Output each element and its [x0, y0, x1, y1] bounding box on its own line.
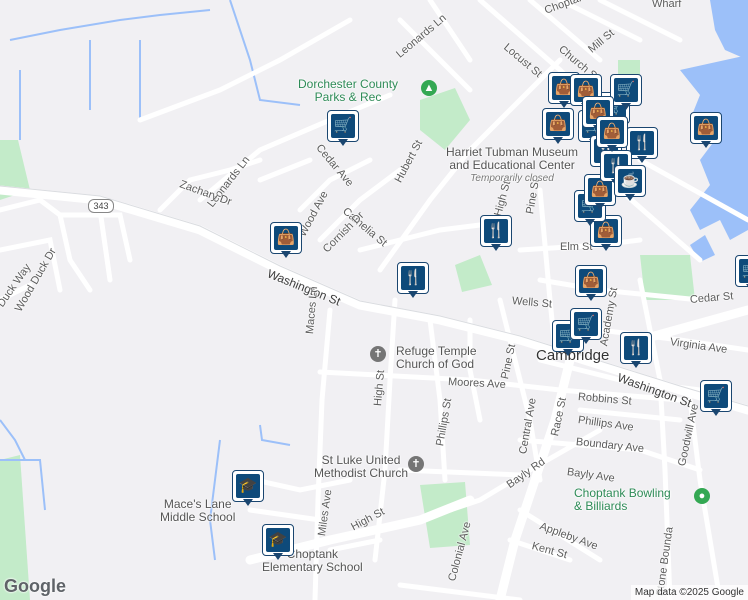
map-pin[interactable]: 🎓	[232, 470, 264, 508]
map-pin-tail	[563, 349, 573, 356]
shopping-cart-icon: 🛒	[739, 259, 748, 283]
map-pin[interactable]: 🎓	[262, 524, 294, 562]
school-icon: 🎓	[236, 474, 260, 498]
street-label-wharf: Wharf	[652, 0, 682, 10]
map-pin-frame: 🛒	[735, 255, 748, 287]
map-canvas[interactable]: 343 Leonards Ln Leonards Ln Zachary Dr C…	[0, 0, 748, 600]
map-pin-tail	[637, 156, 647, 163]
map-pin-tail	[607, 145, 617, 152]
map-pin-frame: 🛒	[570, 308, 602, 340]
restaurant-icon: 🍴	[401, 266, 425, 290]
map-pin-tail	[701, 141, 711, 148]
map-pin-tail	[281, 251, 291, 258]
map-pin-tail	[595, 203, 605, 210]
map-pin-tail	[711, 409, 721, 416]
shopping-cart-icon: 🛒	[331, 114, 355, 138]
map-pin-tail	[586, 294, 596, 301]
map-pin-tail	[621, 103, 631, 110]
shopping-bag-icon: 👜	[694, 116, 718, 140]
map-pin[interactable]: 🍴	[397, 262, 429, 300]
map-pin-frame: 🍴	[480, 215, 512, 247]
restaurant-icon: 🍴	[630, 131, 654, 155]
map-pin[interactable]: 🛒	[700, 380, 732, 418]
map-pin-frame: 👜	[542, 108, 574, 140]
map-pin[interactable]: 🛒	[610, 74, 642, 112]
map-pin[interactable]: 🍴	[480, 215, 512, 253]
map-pin-tail	[585, 219, 595, 226]
map-pin-tail	[601, 244, 611, 251]
map-pin-tail	[559, 101, 569, 108]
poi-choptank-bowling-line2: & Billiards	[574, 499, 628, 513]
map-pin-tail	[243, 499, 253, 506]
poi-maces-lane-school-line2: Middle School	[160, 510, 236, 524]
restaurant-icon: 🍴	[624, 336, 648, 360]
map-pin[interactable]: 🛒	[327, 110, 359, 148]
cafe-icon: ☕	[618, 169, 642, 193]
map-pin[interactable]: 👜	[542, 108, 574, 146]
poi-st-luke-line2: Methodist Church	[314, 466, 409, 480]
poi-harriet-tubman-line2: and Educational Center	[449, 158, 575, 172]
street-label-elm-st: Elm St	[560, 241, 593, 253]
map-pin-tail	[491, 244, 501, 251]
map-pin-frame: ☕	[614, 165, 646, 197]
map-pin-tail	[631, 361, 641, 368]
poi-maces-lane-school[interactable]: Mace's Lane Middle School	[160, 498, 235, 524]
shopping-bag-icon: 👜	[600, 120, 624, 144]
poi-refuge-temple[interactable]: Refuge Temple Church of God	[396, 345, 477, 371]
church-icon: ✝	[370, 346, 386, 362]
poi-dorchester-parks[interactable]: Dorchester County Parks & Rec	[298, 78, 398, 104]
map-pin[interactable]: 🛒	[735, 255, 748, 293]
map-pin-frame: 👜	[575, 265, 607, 297]
map-pin-tail	[408, 291, 418, 298]
map-data-credit: Map data ©2025 Google	[630, 585, 748, 600]
poi-st-luke[interactable]: St Luke United Methodist Church	[314, 454, 408, 480]
poi-choptank-elementary-line2: Elementary School	[262, 560, 363, 574]
map-pin-frame: 🎓	[262, 524, 294, 556]
school-icon: 🎓	[266, 528, 290, 552]
map-pin-frame: 🛒	[327, 110, 359, 142]
map-pin-frame: 🎓	[232, 470, 264, 502]
map-pin-tail	[553, 137, 563, 144]
google-logo: Google	[4, 576, 66, 596]
map-pin[interactable]: 👜	[690, 112, 722, 150]
shopping-bag-icon: 👜	[274, 226, 298, 250]
poi-choptank-bowling[interactable]: Choptank Bowling & Billiards	[574, 487, 671, 513]
map-pin-frame: 🍴	[397, 262, 429, 294]
recreation-icon: ●	[694, 488, 710, 504]
map-pin-frame: 👜	[596, 116, 628, 148]
map-pin[interactable]: 👜	[575, 265, 607, 303]
map-pin-frame: 👜	[270, 222, 302, 254]
shopping-bag-icon: 👜	[579, 269, 603, 293]
map-pin-frame: 🍴	[620, 332, 652, 364]
map-pin[interactable]: 👜	[270, 222, 302, 260]
map-pin[interactable]: 🛒	[570, 308, 602, 346]
shopping-cart-icon: 🛒	[614, 78, 638, 102]
shopping-bag-icon: 👜	[546, 112, 570, 136]
map-pin-frame: 🛒	[610, 74, 642, 106]
poi-harriet-tubman-status: Temporarily closed	[470, 173, 554, 184]
map-pin[interactable]: 🍴	[620, 332, 652, 370]
church-icon: ✝	[408, 456, 424, 472]
map-pin[interactable]: 👜	[596, 116, 628, 154]
poi-refuge-temple-line2: Church of God	[396, 357, 475, 371]
map-pin-tail	[273, 553, 283, 560]
map-pin-frame: 👜	[690, 112, 722, 144]
map-pin-tail	[581, 337, 591, 344]
poi-harriet-tubman[interactable]: Harriet Tubman Museum and Educational Ce…	[446, 146, 578, 185]
park-icon: ▲	[421, 80, 437, 96]
map-pin-tail	[338, 139, 348, 146]
restaurant-icon: 🍴	[484, 219, 508, 243]
map-pin-tail	[625, 194, 635, 201]
shopping-cart-icon: 🛒	[704, 384, 728, 408]
map-pin[interactable]: ☕	[614, 165, 646, 203]
poi-dorchester-parks-line2: Parks & Rec	[314, 90, 382, 104]
shopping-cart-icon: 🛒	[574, 312, 598, 336]
route-343-shield: 343	[88, 199, 114, 213]
map-pin-frame: 🛒	[700, 380, 732, 412]
